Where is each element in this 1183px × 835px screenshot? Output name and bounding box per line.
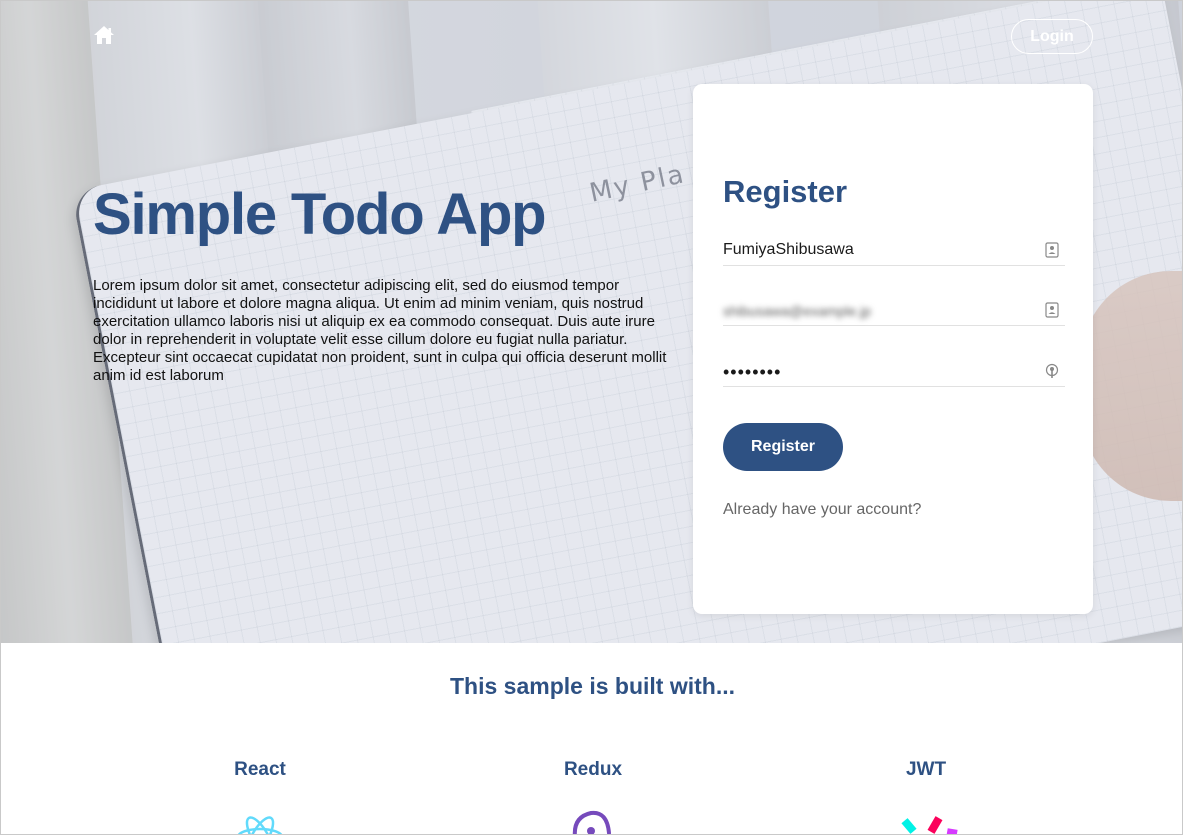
register-title: Register	[723, 174, 848, 209]
tech-name-redux: Redux	[563, 759, 623, 780]
hero-title: Simple Todo App	[93, 182, 547, 247]
password-field-wrapper	[723, 351, 1065, 387]
built-with-title: This sample is built with...	[450, 673, 735, 699]
contact-card-icon	[1045, 302, 1059, 318]
login-button[interactable]: Login	[1011, 19, 1093, 54]
contact-card-icon	[1045, 242, 1059, 258]
tech-name-jwt: JWT	[905, 759, 947, 780]
email-field-wrapper	[723, 290, 1065, 326]
username-input[interactable]	[723, 238, 1033, 262]
register-card: Register FumiyaShibusawa shibusawa@examp…	[693, 84, 1093, 614]
home-button[interactable]	[93, 25, 115, 45]
register-button[interactable]: Register	[723, 423, 843, 471]
react-logo-icon	[237, 816, 283, 834]
username-field-wrapper	[723, 230, 1065, 266]
hero-section: My Pla Login Simple Todo App Lorem ipsum…	[1, 1, 1182, 643]
redux-logo-icon	[572, 810, 611, 834]
home-icon	[94, 26, 114, 44]
login-link[interactable]: Already have your account?	[723, 501, 921, 519]
email-input[interactable]	[723, 299, 1033, 323]
jwt-logo-icon	[901, 816, 958, 834]
tech-name-react: React	[234, 759, 286, 780]
password-input[interactable]	[723, 360, 1033, 384]
key-icon	[1045, 363, 1059, 378]
hero-description: Lorem ipsum dolor sit amet, consectetur …	[93, 277, 667, 384]
page: My Pla Login Simple Todo App Lorem ipsum…	[0, 0, 1183, 835]
